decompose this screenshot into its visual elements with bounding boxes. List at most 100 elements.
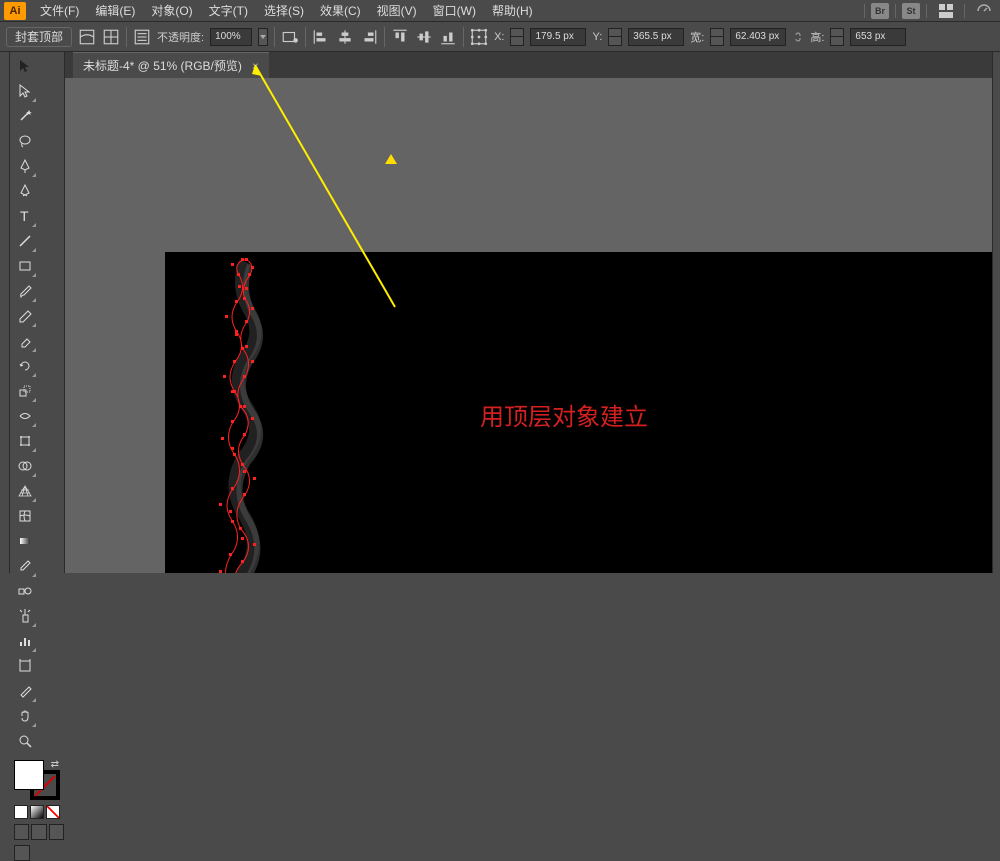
w-label: 宽: xyxy=(690,29,704,45)
menu-bar: Ai 文件(F) 编辑(E) 对象(O) 文字(T) 选择(S) 效果(C) 视… xyxy=(0,0,1000,22)
separator xyxy=(126,27,127,47)
scale-tool[interactable] xyxy=(12,379,37,403)
artboard-tool[interactable] xyxy=(12,654,37,678)
x-input[interactable] xyxy=(530,28,586,46)
menu-object[interactable]: 对象(O) xyxy=(143,0,200,21)
style-panel-icon[interactable] xyxy=(133,28,151,46)
menu-effect[interactable]: 效果(C) xyxy=(312,0,369,21)
gradient-mode-icon[interactable] xyxy=(30,805,44,819)
menu-help[interactable]: 帮助(H) xyxy=(484,0,541,21)
draw-normal-icon[interactable] xyxy=(14,824,29,840)
separator xyxy=(274,27,275,47)
column-graph-tool[interactable] xyxy=(12,629,37,653)
line-tool[interactable] xyxy=(12,229,37,253)
align-left-icon[interactable] xyxy=(312,28,330,46)
type-tool[interactable]: T xyxy=(12,204,37,228)
hand-tool[interactable] xyxy=(12,704,37,728)
shape-builder-tool[interactable] xyxy=(12,454,37,478)
separator xyxy=(926,4,927,18)
x-spinner[interactable] xyxy=(510,28,524,46)
document-tab-title: 未标题-4* @ 51% (RGB/预览) xyxy=(83,57,242,74)
eraser-tool[interactable] xyxy=(12,329,37,353)
fill-swatch[interactable] xyxy=(14,760,44,790)
blend-tool[interactable] xyxy=(12,579,37,603)
mesh-tool[interactable] xyxy=(12,504,37,528)
options-bar: 封套顶部 不透明度: X: Y: 宽: 高: xyxy=(0,22,1000,52)
curvature-tool[interactable] xyxy=(12,179,37,203)
w-spinner[interactable] xyxy=(710,28,724,46)
menu-type[interactable]: 文字(T) xyxy=(201,0,256,21)
y-input[interactable] xyxy=(628,28,684,46)
y-spinner[interactable] xyxy=(608,28,622,46)
tool-mode-label[interactable]: 封套顶部 xyxy=(6,27,72,47)
envelope-mesh-icon[interactable] xyxy=(102,28,120,46)
stock-icon[interactable]: St xyxy=(902,3,920,19)
link-wh-icon[interactable] xyxy=(792,30,804,44)
zoom-tool[interactable] xyxy=(12,729,37,753)
annotation-marker-icon xyxy=(385,154,397,164)
recolor-icon[interactable] xyxy=(281,28,299,46)
align-right-icon[interactable] xyxy=(360,28,378,46)
menu-edit[interactable]: 编辑(E) xyxy=(87,0,143,21)
separator xyxy=(964,4,965,18)
pen-tool[interactable] xyxy=(12,154,37,178)
ruler-tab-icon[interactable] xyxy=(0,52,10,573)
menu-file[interactable]: 文件(F) xyxy=(32,0,87,21)
align-bottom-icon[interactable] xyxy=(439,28,457,46)
separator xyxy=(384,27,385,47)
direct-selection-tool[interactable] xyxy=(12,79,37,103)
opacity-label: 不透明度: xyxy=(157,29,204,45)
svg-text:T: T xyxy=(20,208,29,224)
none-mode-icon[interactable] xyxy=(46,805,60,819)
magic-wand-tool[interactable] xyxy=(12,104,37,128)
align-top-icon[interactable] xyxy=(391,28,409,46)
opacity-dropdown[interactable] xyxy=(258,28,268,46)
swap-fill-stroke-icon[interactable]: ⇄ xyxy=(51,759,59,770)
rotate-tool[interactable] xyxy=(12,354,37,378)
rectangle-tool[interactable] xyxy=(12,254,37,278)
symbol-sprayer-tool[interactable] xyxy=(12,604,37,628)
width-tool[interactable] xyxy=(12,404,37,428)
eyedropper-tool[interactable] xyxy=(12,554,37,578)
x-label: X: xyxy=(494,31,504,43)
w-input[interactable] xyxy=(730,28,786,46)
menu-view[interactable]: 视图(V) xyxy=(369,0,425,21)
paintbrush-tool[interactable] xyxy=(12,279,37,303)
perspective-grid-tool[interactable] xyxy=(12,479,37,503)
y-label: Y: xyxy=(592,31,602,43)
opacity-input[interactable] xyxy=(210,28,252,46)
screen-mode-icon[interactable] xyxy=(14,845,30,861)
panel-dock[interactable] xyxy=(992,52,1000,573)
color-well[interactable]: ⇄ xyxy=(12,758,62,802)
h-input[interactable] xyxy=(850,28,906,46)
transform-ref-icon[interactable] xyxy=(470,28,488,46)
close-tab-icon[interactable]: × xyxy=(252,59,259,73)
workspace: T ⇄ xyxy=(0,52,1000,573)
bridge-icon[interactable]: Br xyxy=(871,3,889,19)
envelope-warp-icon[interactable] xyxy=(78,28,96,46)
selected-path[interactable] xyxy=(215,257,285,573)
separator xyxy=(305,27,306,47)
menu-select[interactable]: 选择(S) xyxy=(256,0,312,21)
document-tab[interactable]: 未标题-4* @ 51% (RGB/预览) × xyxy=(73,52,269,78)
tool-panel: T ⇄ xyxy=(10,52,65,573)
free-transform-tool[interactable] xyxy=(12,429,37,453)
draw-behind-icon[interactable] xyxy=(31,824,46,840)
document-tab-bar: 未标题-4* @ 51% (RGB/预览) × xyxy=(65,52,992,78)
canvas-area: 未标题-4* @ 51% (RGB/预览) × xyxy=(65,52,992,573)
align-hcenter-icon[interactable] xyxy=(336,28,354,46)
menu-window[interactable]: 窗口(W) xyxy=(425,0,484,21)
draw-inside-icon[interactable] xyxy=(49,824,64,840)
h-spinner[interactable] xyxy=(830,28,844,46)
slice-tool[interactable] xyxy=(12,679,37,703)
gpu-icon[interactable] xyxy=(971,0,996,23)
arrange-docs-icon[interactable] xyxy=(933,0,958,23)
lasso-tool[interactable] xyxy=(12,129,37,153)
gradient-tool[interactable] xyxy=(12,529,37,553)
annotation-text: 用顶层对象建立 xyxy=(480,397,648,432)
separator xyxy=(463,27,464,47)
shaper-tool[interactable] xyxy=(12,304,37,328)
selection-tool[interactable] xyxy=(12,54,37,78)
color-mode-icon[interactable] xyxy=(14,805,28,819)
align-vcenter-icon[interactable] xyxy=(415,28,433,46)
